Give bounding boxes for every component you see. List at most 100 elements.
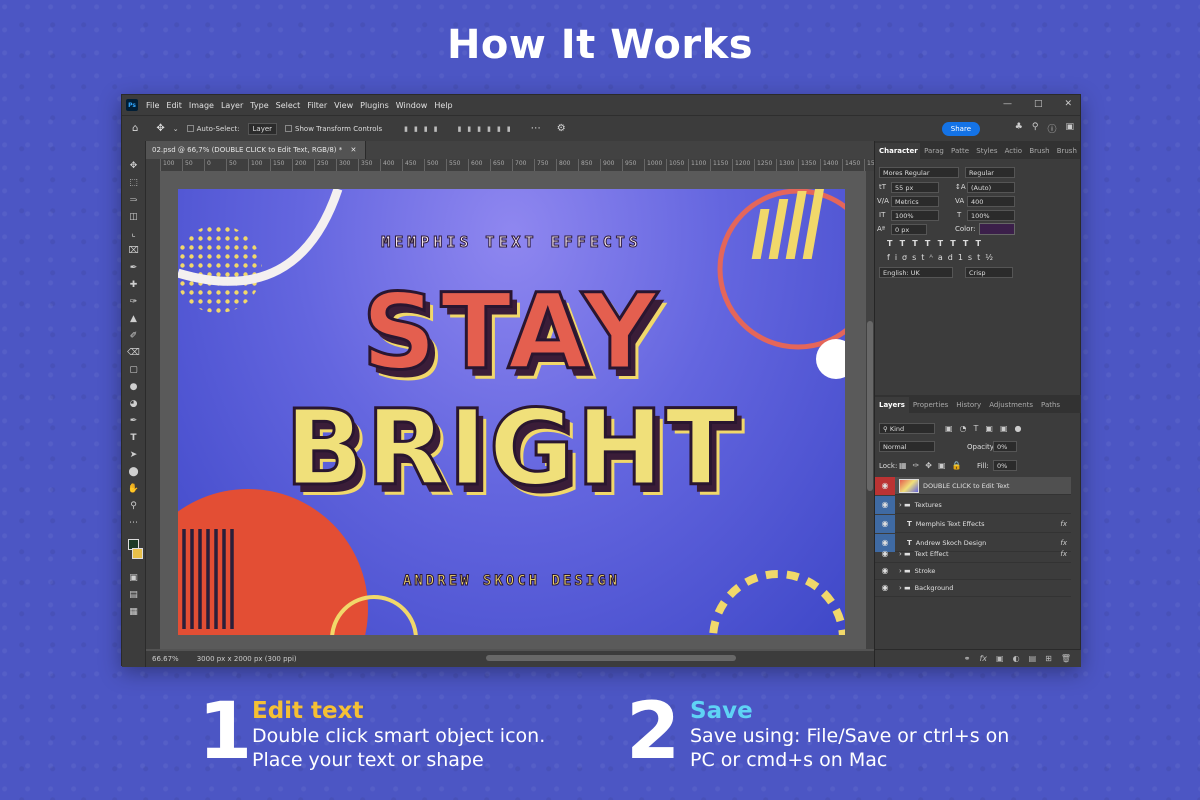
layer-row[interactable]: ◉ › ▬ Textures [875, 495, 1071, 514]
crop-tool-icon[interactable]: ⌞ [131, 229, 135, 240]
vertical-scrollbar[interactable] [866, 171, 874, 649]
marquee-tool-icon[interactable]: ⬚ [129, 178, 138, 189]
share-button[interactable]: Share [941, 122, 980, 136]
menu-view[interactable]: View [334, 101, 353, 110]
tab-brush-settings[interactable]: Brush [1053, 143, 1080, 159]
chevron-down-icon[interactable]: ⌄ [173, 125, 179, 133]
horizontal-scrollbar[interactable] [486, 655, 736, 661]
visibility-eye-icon[interactable]: ◉ [875, 549, 895, 558]
stamp-tool-icon[interactable]: ▲ [130, 314, 137, 325]
font-family-select[interactable]: Mores Regular [879, 167, 959, 178]
tracking-field[interactable]: 400 [967, 196, 1015, 207]
shape-tool-icon[interactable]: ⬤ [128, 467, 138, 478]
layer-row[interactable]: ◉ › ▬ Background [875, 579, 1071, 597]
visibility-eye-icon[interactable]: ◉ [875, 583, 895, 592]
fill-field[interactable]: 0% [993, 460, 1017, 471]
search-icon[interactable]: ⚲ [1032, 122, 1039, 135]
layer-row[interactable]: ◉ › ▬ Stroke [875, 562, 1071, 580]
bell-icon[interactable]: ♣ [1015, 122, 1023, 135]
tab-actions[interactable]: Actio [1001, 143, 1026, 159]
eyedropper-tool-icon[interactable]: ✒ [130, 263, 138, 274]
pen-tool-icon[interactable]: ✒ [130, 416, 138, 427]
trash-icon[interactable]: 🗑 [1061, 654, 1071, 663]
menu-image[interactable]: Image [189, 101, 214, 110]
document-tab[interactable]: 02.psd @ 66,7% (DOUBLE CLICK to Edit Tex… [146, 141, 366, 159]
layer-filter-icons[interactable]: ▣◔T▣▣● [945, 424, 1029, 433]
eraser-tool-icon[interactable]: ⌫ [127, 348, 140, 359]
frame-tool-icon[interactable]: ⌧ [128, 246, 138, 257]
auto-select-checkbox[interactable]: Auto-Select: [186, 125, 240, 133]
hand-tool-icon[interactable]: ✋ [128, 484, 139, 495]
auto-select-dropdown[interactable]: Layer [247, 122, 278, 135]
new-group-icon[interactable]: ▤ [1029, 654, 1037, 663]
smart-object-thumbnail-icon[interactable] [899, 478, 919, 493]
kerning-field[interactable]: Metrics [891, 196, 939, 207]
language-select[interactable]: English: UK [879, 267, 953, 278]
tab-adjustments[interactable]: Adjustments [985, 397, 1037, 413]
align-icons[interactable]: ▮▮▮▮ [404, 125, 443, 133]
background-color-swatch[interactable] [132, 548, 143, 559]
tab-brush[interactable]: Brush [1025, 143, 1052, 159]
menu-layer[interactable]: Layer [221, 101, 243, 110]
close-icon[interactable]: ✕ [1064, 99, 1072, 109]
tab-properties[interactable]: Properties [909, 397, 952, 413]
baseline-field[interactable]: 0 px [891, 224, 927, 235]
font-style-select[interactable]: Regular [965, 167, 1015, 178]
zoom-level[interactable]: 66.67% [152, 655, 179, 663]
tab-character[interactable]: Character [875, 143, 921, 159]
layer-kind-filter[interactable]: ⚲ Kind [879, 423, 935, 434]
vertical-scale-field[interactable]: 100% [891, 210, 939, 221]
layer-row[interactable]: ◉ DOUBLE CLICK to Edit Text [875, 476, 1071, 495]
link-layers-icon[interactable]: ⚭ [964, 654, 971, 663]
workspace-icon[interactable]: ▣ [1065, 122, 1074, 135]
more-options-icon[interactable]: ⋯ [531, 123, 541, 134]
show-transform-checkbox[interactable]: Show Transform Controls [285, 125, 382, 133]
tab-layers[interactable]: Layers [875, 397, 909, 413]
tab-styles[interactable]: Styles [972, 143, 1000, 159]
distribute-icons[interactable]: ▮▮▮▮▮▮ [458, 125, 517, 133]
leading-field[interactable]: (Auto) [967, 182, 1015, 193]
tab-paragraph[interactable]: Parag [920, 143, 947, 159]
menu-select[interactable]: Select [276, 101, 301, 110]
maximize-icon[interactable]: □ [1034, 99, 1043, 109]
quick-mask-icon[interactable]: ▣ [129, 573, 138, 584]
layer-effects-icon[interactable]: fx [1060, 550, 1067, 558]
text-color-swatch[interactable] [979, 223, 1015, 235]
screen-mode-icon[interactable]: ▤ [129, 590, 138, 601]
tab-history[interactable]: History [952, 397, 985, 413]
layer-effects-icon[interactable]: fx [1060, 520, 1067, 528]
object-select-tool-icon[interactable]: ◫ [129, 212, 138, 223]
visibility-eye-icon[interactable]: ◉ [875, 476, 895, 495]
opentype-buttons[interactable]: fiσstᴬаd1st½ [887, 253, 998, 262]
menu-window[interactable]: Window [396, 101, 428, 110]
zoom-tool-icon[interactable]: ⚲ [130, 501, 137, 512]
path-select-tool-icon[interactable]: ➤ [130, 450, 138, 461]
edit-toolbar-icon[interactable]: ▦ [129, 607, 138, 618]
gradient-tool-icon[interactable]: ▢ [129, 365, 138, 376]
lasso-tool-icon[interactable]: ⥰ [130, 195, 137, 206]
layer-mask-icon[interactable]: ▣ [996, 654, 1004, 663]
adjustment-layer-icon[interactable]: ◐ [1013, 654, 1020, 663]
visibility-eye-icon[interactable]: ◉ [875, 566, 895, 575]
opacity-field[interactable]: 0% [993, 441, 1017, 452]
layer-row[interactable]: ◉ T Memphis Text Effects fx [875, 514, 1071, 533]
close-tab-icon[interactable]: ✕ [350, 146, 356, 154]
brush-tool-icon[interactable]: ✑ [130, 297, 138, 308]
move-tool-icon[interactable]: ✥ [130, 161, 138, 172]
new-layer-icon[interactable]: ⊞ [1045, 654, 1052, 663]
antialias-select[interactable]: Crisp [965, 267, 1013, 278]
text-format-buttons[interactable]: TTTTTTTT [887, 239, 988, 248]
menu-plugins[interactable]: Plugins [360, 101, 389, 110]
tab-paths[interactable]: Paths [1037, 397, 1064, 413]
tab-patterns[interactable]: Patte [947, 143, 972, 159]
blur-tool-icon[interactable]: ● [130, 382, 138, 393]
menu-filter[interactable]: Filter [307, 101, 327, 110]
layer-style-icon[interactable]: fx [979, 654, 987, 663]
move-tool-icon[interactable]: ✥ [156, 123, 164, 134]
help-icon[interactable]: ⓘ [1047, 122, 1056, 135]
more-tools-icon[interactable]: ⋯ [129, 518, 138, 529]
menu-file[interactable]: File [146, 101, 159, 110]
layer-row[interactable]: ◉ › ▬ Text Effect fx [875, 545, 1071, 563]
blend-mode-select[interactable]: Normal [879, 441, 935, 452]
type-tool-icon[interactable]: T [130, 433, 136, 444]
